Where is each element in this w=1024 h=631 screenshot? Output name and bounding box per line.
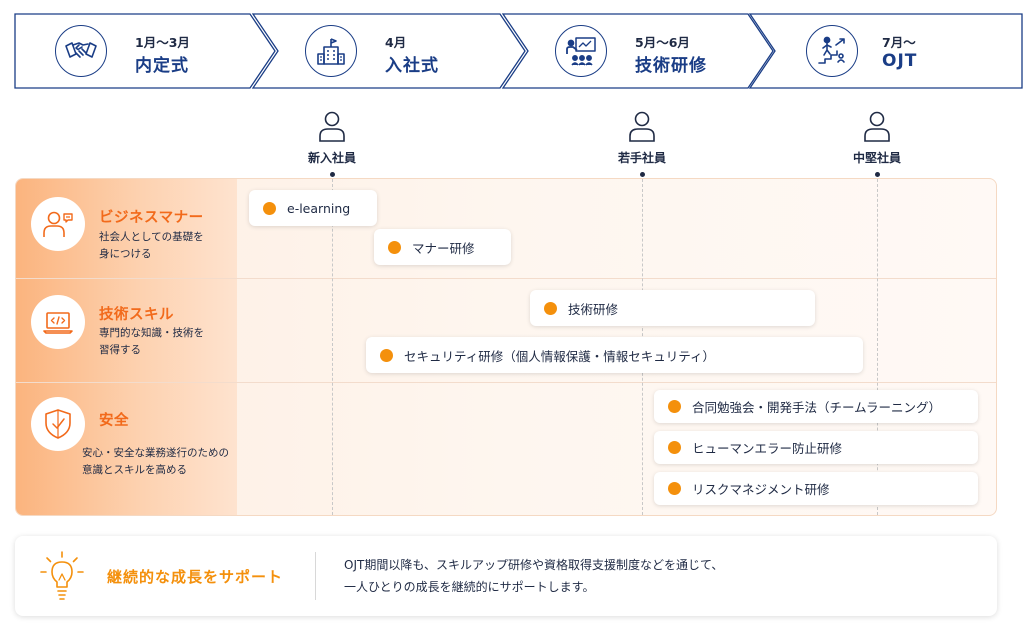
bullet-dot bbox=[668, 441, 681, 454]
role-wakate-shain: 若手社員 bbox=[597, 110, 687, 166]
role-label: 中堅社員 bbox=[852, 151, 901, 165]
training-presentation-icon bbox=[555, 25, 607, 77]
bullet-dot bbox=[668, 400, 681, 413]
training-item: リスクマネジメント研修 bbox=[654, 472, 978, 505]
category-desc: 専門的な知識・技術を 習得する bbox=[99, 327, 204, 356]
category-safety: 安全 安心・安全な業務遂行のための 意識とスキルを高める bbox=[16, 383, 237, 515]
training-label: リスクマネジメント研修 bbox=[692, 482, 830, 497]
training-item: マナー研修 bbox=[374, 229, 511, 265]
bullet-dot bbox=[668, 482, 681, 495]
training-label: マナー研修 bbox=[412, 240, 475, 256]
step-nyushashiki: 4月 入社式 bbox=[253, 14, 525, 88]
training-label: e-learning bbox=[287, 200, 351, 216]
category-business-manner: ビジネスマナー 社会人としての基礎を 身につける bbox=[16, 179, 237, 278]
timeline-guide bbox=[877, 179, 878, 515]
role-label: 新入社員 bbox=[307, 151, 356, 165]
training-label: 技術研修 bbox=[568, 301, 619, 317]
training-item: ヒューマンエラー防止研修 bbox=[654, 431, 978, 464]
role-dot bbox=[329, 172, 335, 177]
step-title: 内定式 bbox=[135, 56, 189, 76]
role-dot bbox=[874, 172, 880, 177]
person-icon bbox=[319, 111, 345, 142]
role-shinnyu-shain: 新入社員 bbox=[287, 110, 377, 166]
training-label: ヒューマンエラー防止研修 bbox=[692, 441, 843, 456]
training-grid: ビジネスマナー 社会人としての基礎を 身につける 技術スキル 専門的な知識・技術… bbox=[15, 178, 997, 516]
support-divider bbox=[315, 552, 316, 600]
role-dot bbox=[639, 172, 645, 177]
step-period: 7月〜 bbox=[882, 35, 916, 50]
category-desc: 社会人としての基礎を 身につける bbox=[99, 231, 204, 260]
step-period: 4月 bbox=[385, 35, 407, 50]
lightbulb-icon bbox=[40, 551, 84, 600]
training-item: 技術研修 bbox=[530, 290, 815, 326]
category-technical-skill: 技術スキル 専門的な知識・技術を 習得する bbox=[16, 279, 237, 382]
training-item: e-learning bbox=[249, 190, 377, 226]
step-period: 1月〜3月 bbox=[135, 35, 190, 50]
step-gijutsu-kenshu: 5月〜6月 技術研修 bbox=[503, 14, 773, 88]
support-box: 継続的な成長をサポート OJT期間以降も、スキルアップ研修や資格取得支援制度など… bbox=[15, 536, 997, 616]
category-name: ビジネスマナー bbox=[99, 210, 204, 226]
role-label: 若手社員 bbox=[617, 151, 666, 165]
bullet-dot bbox=[544, 301, 557, 315]
category-desc: 安心・安全な業務遂行のための 意識とスキルを高める bbox=[82, 447, 229, 476]
step-title: 技術研修 bbox=[635, 56, 707, 76]
career-stairs-icon bbox=[806, 25, 858, 77]
step-title: 入社式 bbox=[385, 56, 439, 76]
laptop-code-icon bbox=[31, 295, 85, 349]
step-naiteishiki: 1月〜3月 内定式 bbox=[0, 14, 275, 88]
process-steps: 1月〜3月 内定式 4月 入社式 5月〜6月 技術研修 7月〜 OJT bbox=[0, 0, 1024, 100]
step-ojt: 7月〜 OJT bbox=[750, 14, 1022, 88]
bullet-dot bbox=[263, 201, 276, 215]
training-item: セキュリティ研修（個人情報保護・情報セキュリティ） bbox=[366, 337, 863, 373]
training-item: 合同勉強会・開発手法（チームラーニング） bbox=[654, 390, 978, 423]
speaking-person-icon bbox=[31, 197, 85, 251]
support-title: 継続的な成長をサポート bbox=[107, 568, 284, 586]
training-label: 合同勉強会・開発手法（チームラーニング） bbox=[692, 400, 942, 415]
step-title: OJT bbox=[882, 51, 918, 71]
bullet-dot bbox=[380, 348, 393, 362]
bullet-dot bbox=[388, 240, 401, 254]
step-period: 5月〜6月 bbox=[635, 35, 690, 50]
person-icon bbox=[629, 111, 655, 142]
timeline-guide bbox=[332, 179, 333, 515]
category-name: 安全 bbox=[99, 413, 129, 429]
person-icon bbox=[864, 111, 890, 142]
office-building-icon bbox=[305, 25, 357, 77]
role-chuken-shain: 中堅社員 bbox=[832, 110, 922, 166]
training-label: セキュリティ研修（個人情報保護・情報セキュリティ） bbox=[404, 348, 716, 364]
shield-check-icon bbox=[31, 397, 85, 451]
category-name: 技術スキル bbox=[99, 307, 174, 323]
handshake-icon bbox=[55, 25, 107, 77]
support-body: OJT期間以降も、スキルアップ研修や資格取得支援制度などを通じて、 一人ひとりの… bbox=[344, 558, 724, 594]
